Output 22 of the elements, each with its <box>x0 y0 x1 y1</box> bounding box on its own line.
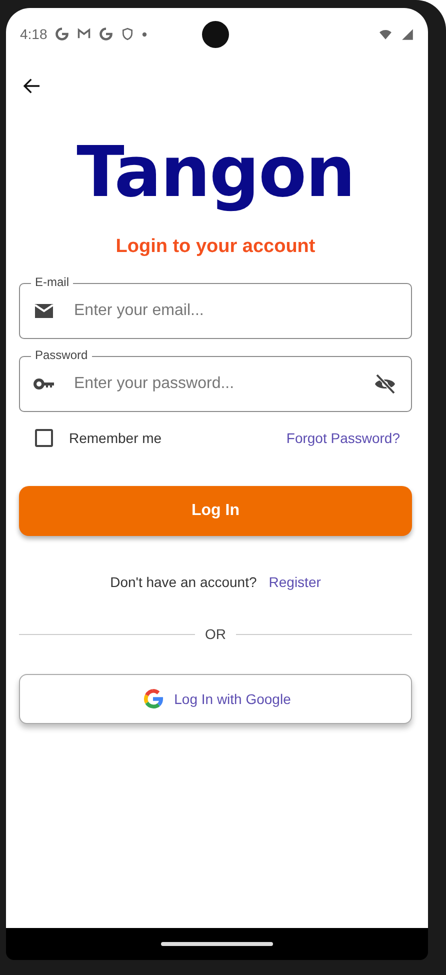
forgot-password-link[interactable]: Forgot Password? <box>286 430 400 446</box>
back-arrow-icon <box>22 76 42 96</box>
or-divider-text: OR <box>205 626 226 642</box>
remember-checkbox[interactable] <box>35 429 53 447</box>
email-input[interactable]: Enter your email... <box>72 301 397 321</box>
register-prompt: Don't have an account? <box>110 574 257 590</box>
signal-icon <box>401 28 414 40</box>
login-heading: Login to your account <box>114 236 316 258</box>
password-input[interactable]: Enter your password... <box>72 374 357 394</box>
register-link[interactable]: Register <box>268 574 321 590</box>
remember-label: Remember me <box>69 430 162 446</box>
dot-icon <box>142 32 148 36</box>
eye-slash-icon <box>373 372 397 396</box>
camera <box>202 21 229 48</box>
shield-icon <box>121 27 134 41</box>
field-label: Password <box>31 348 92 362</box>
app-logo: Tangon <box>76 130 356 215</box>
mail-icon <box>77 27 92 41</box>
field-label: E-mail <box>31 275 74 289</box>
google-login-button[interactable]: Log In with Google <box>19 674 412 724</box>
wifi-icon <box>378 28 393 40</box>
status-time: 4:18 <box>20 26 48 42</box>
